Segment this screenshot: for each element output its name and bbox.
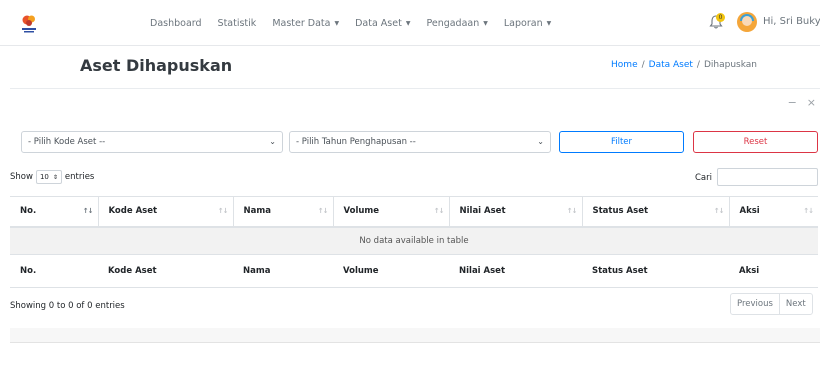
footer-header-nama: Nama (233, 254, 333, 288)
nav-item-label: Master Data (272, 17, 331, 29)
caret-down-icon: ▼ (405, 19, 411, 27)
nav-item-data-aset[interactable]: Data Aset ▼ (355, 18, 410, 29)
assets-table: No. ↑↓ Kode Aset ↑↓ Nama ↑↓ Volume ↑↓ Nilai … (10, 196, 818, 288)
card-header-divider (10, 88, 820, 89)
pagination: Previous Next (730, 293, 813, 315)
page-title: Aset Dihapuskan (80, 56, 233, 75)
nav-item-laporan[interactable]: Laporan ▼ (504, 18, 551, 29)
nav-item-label: Dashboard (150, 17, 202, 29)
card-tools: − × (778, 96, 816, 109)
chevron-down-icon: ⌄ (537, 137, 544, 146)
nav-item-label: Pengadaan (426, 17, 480, 29)
collapse-icon[interactable]: − (788, 96, 797, 109)
entries-length-value: 10 (39, 173, 49, 181)
table-header-row: No. ↑↓ Kode Aset ↑↓ Nama ↑↓ Volume ↑↓ Nilai … (10, 196, 818, 228)
close-icon[interactable]: × (807, 96, 816, 109)
footer-header-nilai-aset: Nilai Aset (449, 254, 582, 288)
footer-header-kode-aset: Kode Aset (98, 254, 233, 288)
pagination-previous[interactable]: Previous (731, 294, 779, 314)
nav-item-label: Data Aset (355, 17, 402, 29)
entries-length-select[interactable]: 10 ⇕ (35, 170, 62, 184)
nav-item-label: Statistik (217, 17, 257, 29)
footer-header-aksi: Aksi (729, 254, 818, 288)
column-header-kode-aset[interactable]: Kode Aset ↑↓ (97, 196, 233, 228)
nav-item-label: Laporan (503, 17, 543, 29)
card-footer (10, 328, 820, 343)
sort-updown-icon: ⇕ (52, 173, 58, 181)
entries-length-control: Show 10 ⇕ entries (10, 170, 94, 184)
column-header-aksi[interactable]: Aksi ↑↓ (728, 196, 818, 228)
caret-down-icon: ▼ (483, 19, 488, 27)
table-footer-row: No. Kode Aset Nama Volume Nilai Aset Sta… (10, 254, 818, 288)
reset-button[interactable]: Reset (693, 131, 818, 153)
pagination-next[interactable]: Next (778, 294, 812, 314)
table-row: No data available in table (10, 226, 818, 255)
main-menu: Dashboard Statistik Master Data ▼ Data Aset ▼… (150, 0, 567, 46)
breadcrumb-separator: / (696, 60, 700, 70)
caret-down-icon: ▼ (546, 19, 552, 27)
breadcrumb-current: Dihapuskan (703, 60, 757, 70)
notification-badge: 0 (716, 13, 725, 22)
nav-item-statistik[interactable]: Statistik (218, 18, 257, 29)
app-logo[interactable] (20, 14, 38, 34)
column-header-nama[interactable]: Nama ↑↓ (232, 196, 333, 228)
column-header-nilai-aset[interactable]: Nilai Aset ↑↓ (448, 196, 582, 228)
chevron-down-icon: ⌄ (269, 137, 276, 146)
table-info: Showing 0 to 0 of 0 entries (10, 301, 125, 311)
tahun-penghapusan-select[interactable]: - Pilih Tahun Penghapusan -- ⌄ (289, 131, 551, 153)
nav-item-dashboard[interactable]: Dashboard (150, 18, 202, 29)
caret-down-icon: ▼ (334, 19, 340, 27)
search-input[interactable] (717, 168, 818, 186)
breadcrumb: Home / Data Aset / Dihapuskan (611, 60, 757, 70)
footer-header-volume: Volume (333, 254, 449, 288)
top-navbar: Dashboard Statistik Master Data ▼ Data Aset ▼… (0, 0, 820, 46)
tahun-select-value: - Pilih Tahun Penghapusan -- (296, 137, 416, 147)
column-header-status-aset[interactable]: Status Aset ↑↓ (581, 196, 729, 228)
column-header-volume[interactable]: Volume ↑↓ (332, 196, 449, 228)
footer-header-status-aset: Status Aset (582, 254, 729, 288)
breadcrumb-home[interactable]: Home (611, 60, 638, 70)
column-header-no[interactable]: No. ↑↓ (10, 196, 98, 228)
footer-header-no: No. (10, 254, 98, 288)
breadcrumb-data-aset[interactable]: Data Aset (649, 60, 693, 70)
avatar[interactable] (737, 12, 757, 32)
show-label: Show (10, 172, 33, 182)
kode-aset-select[interactable]: - Pilih Kode Aset -- ⌄ (21, 131, 283, 153)
empty-table-message: No data available in table (10, 226, 818, 255)
entries-label: entries (64, 172, 95, 182)
kode-aset-select-value: - Pilih Kode Aset -- (28, 137, 106, 147)
search-label: Cari (695, 173, 712, 183)
nav-item-master-data[interactable]: Master Data ▼ (272, 18, 339, 29)
filter-button[interactable]: Filter (559, 131, 684, 153)
breadcrumb-separator: / (641, 60, 645, 70)
user-greeting[interactable]: Hi, Sri Bukya (763, 16, 820, 27)
nav-item-pengadaan[interactable]: Pengadaan ▼ (426, 18, 487, 29)
